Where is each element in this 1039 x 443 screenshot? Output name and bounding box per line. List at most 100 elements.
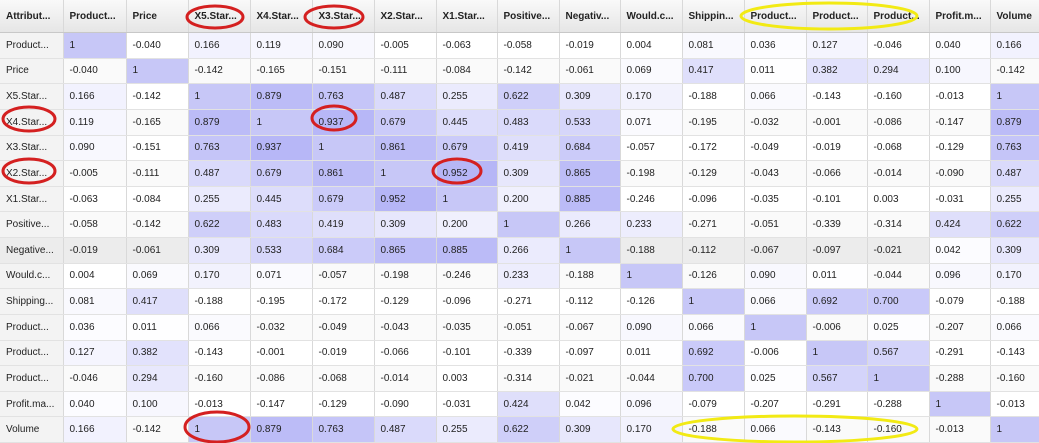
matrix-cell: 0.025: [744, 365, 807, 392]
matrix-cell: 0.885: [436, 237, 498, 264]
matrix-cell: 0.419: [312, 211, 375, 238]
matrix-cell: 0.200: [436, 211, 498, 238]
matrix-cell: -0.090: [374, 391, 437, 418]
table-row: Price -0.040 1 -0.142 -0.165 -0.151 -0.111 -0.0…: [0, 58, 1039, 85]
matrix-cell: 0.487: [990, 160, 1039, 187]
matrix-cell: -0.013: [188, 391, 251, 418]
matrix-cell: -0.207: [929, 314, 991, 341]
matrix-cell: -0.188: [682, 416, 745, 443]
matrix-cell: -0.021: [559, 365, 621, 392]
matrix-cell: -0.090: [929, 160, 991, 187]
matrix-cell: 0.294: [126, 365, 189, 392]
column-header[interactable]: Volume: [990, 0, 1039, 33]
matrix-cell: -0.049: [312, 314, 375, 341]
matrix-cell: 0.861: [374, 135, 437, 162]
column-header[interactable]: Product...: [63, 0, 127, 33]
matrix-cell: -0.165: [250, 58, 313, 85]
column-header[interactable]: Product...: [806, 0, 868, 33]
matrix-cell: 0.879: [990, 109, 1039, 136]
matrix-cell: -0.126: [682, 263, 745, 290]
matrix-cell: 0.483: [497, 109, 560, 136]
matrix-cell: 0.763: [312, 83, 375, 110]
matrix-cell: -0.032: [250, 314, 313, 341]
row-label: Price: [0, 58, 64, 85]
matrix-cell: -0.111: [374, 58, 437, 85]
matrix-cell: 0.200: [497, 186, 560, 213]
matrix-cell: 0.096: [929, 263, 991, 290]
matrix-cell: 0.090: [744, 263, 807, 290]
matrix-cell: 0.309: [559, 83, 621, 110]
column-header[interactable]: Shippin...: [682, 0, 745, 33]
column-header[interactable]: X2.Star...: [374, 0, 437, 33]
matrix-cell: -0.195: [682, 109, 745, 136]
row-label: X4.Star...: [0, 109, 64, 136]
matrix-cell: -0.061: [126, 237, 189, 264]
matrix-cell: -0.001: [806, 109, 868, 136]
column-header[interactable]: Would.c...: [620, 0, 683, 33]
table-row: X5.Star... 0.166 -0.142 1 0.879 0.763 0.487 0.2…: [0, 83, 1039, 110]
matrix-cell: 0.937: [250, 135, 313, 162]
matrix-cell: 0.309: [188, 237, 251, 264]
matrix-cell: -0.097: [559, 340, 621, 367]
column-header[interactable]: X1.Star...: [436, 0, 498, 33]
row-label: X3.Star...: [0, 135, 64, 162]
matrix-cell: -0.143: [806, 416, 868, 443]
matrix-cell: 0.004: [63, 263, 127, 290]
column-header[interactable]: X5.Star...: [188, 0, 251, 33]
row-label: Product...: [0, 365, 64, 392]
matrix-cell: 1: [806, 340, 868, 367]
column-header[interactable]: Product...: [744, 0, 807, 33]
column-header[interactable]: Positive...: [497, 0, 560, 33]
matrix-cell: 1: [188, 83, 251, 110]
matrix-cell: 0.042: [929, 237, 991, 264]
matrix-cell: 0.090: [620, 314, 683, 341]
matrix-cell: -0.151: [126, 135, 189, 162]
matrix-cell: 1: [436, 186, 498, 213]
matrix-cell: -0.339: [806, 211, 868, 238]
column-header[interactable]: Negativ...: [559, 0, 621, 33]
matrix-cell: 0.004: [620, 32, 683, 59]
matrix-body: Product... 1 -0.040 0.166 0.119 0.090 -0.005 -0…: [0, 32, 1039, 443]
matrix-cell: 0.100: [126, 391, 189, 418]
column-header[interactable]: X4.Star...: [250, 0, 313, 33]
matrix-cell: 0.255: [436, 416, 498, 443]
matrix-cell: -0.142: [497, 58, 560, 85]
matrix-cell: 0.533: [559, 109, 621, 136]
matrix-cell: 1: [867, 365, 930, 392]
matrix-cell: -0.142: [990, 58, 1039, 85]
matrix-cell: 0.066: [990, 314, 1039, 341]
matrix-cell: -0.066: [806, 160, 868, 187]
table-row: X4.Star... 0.119 -0.165 0.879 1 0.937 0.679 0.4…: [0, 109, 1039, 136]
matrix-cell: -0.057: [312, 263, 375, 290]
matrix-cell: 0.127: [806, 32, 868, 59]
matrix-cell: -0.142: [126, 211, 189, 238]
matrix-cell: 0.294: [867, 58, 930, 85]
matrix-cell: -0.051: [744, 211, 807, 238]
table-row: X3.Star... 0.090 -0.151 0.763 0.937 1 0.861 0.6…: [0, 135, 1039, 162]
matrix-cell: 0.567: [867, 340, 930, 367]
matrix-cell: -0.046: [63, 365, 127, 392]
matrix-cell: -0.172: [312, 288, 375, 315]
matrix-cell: 0.424: [497, 391, 560, 418]
matrix-cell: -0.001: [250, 340, 313, 367]
column-header[interactable]: X3.Star...: [312, 0, 375, 33]
matrix-cell: -0.035: [436, 314, 498, 341]
row-label: Positive...: [0, 211, 64, 238]
row-label: X1.Star...: [0, 186, 64, 213]
matrix-cell: -0.019: [63, 237, 127, 264]
matrix-cell: 0.069: [126, 263, 189, 290]
matrix-cell: -0.005: [374, 32, 437, 59]
matrix-cell: 0.036: [744, 32, 807, 59]
matrix-cell: -0.198: [374, 263, 437, 290]
column-header-attribute[interactable]: Attribut...: [0, 0, 64, 33]
row-label: Volume: [0, 416, 64, 443]
matrix-cell: 0.684: [559, 135, 621, 162]
matrix-cell: 1: [559, 237, 621, 264]
column-header[interactable]: Price: [126, 0, 189, 33]
matrix-cell: 0.170: [188, 263, 251, 290]
matrix-cell: 0.937: [312, 109, 375, 136]
column-header[interactable]: Product...: [867, 0, 930, 33]
matrix-cell: -0.142: [126, 83, 189, 110]
column-header[interactable]: Profit.m...: [929, 0, 991, 33]
matrix-cell: -0.057: [620, 135, 683, 162]
